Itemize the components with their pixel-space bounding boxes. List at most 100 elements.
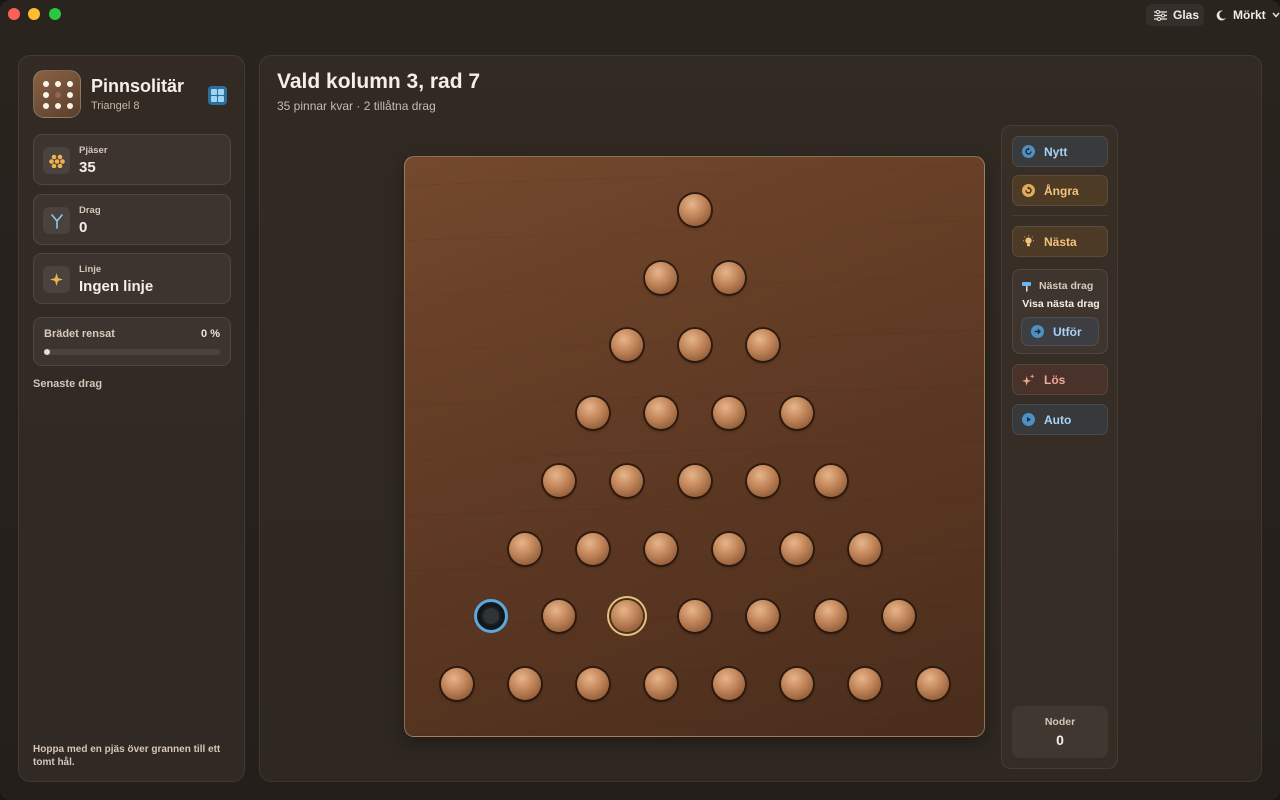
rules-hint: Hoppa med en pjäs över grannen till ett … xyxy=(33,744,221,768)
execute-button[interactable]: Utför xyxy=(1021,317,1099,346)
next-move-panel: Nästa drag Visa nästa drag Utför xyxy=(1012,269,1108,354)
peg[interactable] xyxy=(577,397,609,430)
nodes-label: Noder xyxy=(1044,716,1076,728)
peg[interactable] xyxy=(713,532,745,565)
zoom-window-button[interactable] xyxy=(49,8,61,20)
peg[interactable] xyxy=(679,329,711,362)
peg[interactable] xyxy=(815,600,847,633)
auto-label: Auto xyxy=(1044,412,1072,427)
stat-label: Drag xyxy=(79,205,101,216)
main-panel: Vald kolumn 3, rad 7 35 pinnar kvar · 2 … xyxy=(259,55,1262,782)
stat-value: 0 xyxy=(79,219,88,236)
title-bar: Glas Mörkt xyxy=(0,0,1280,30)
peg[interactable] xyxy=(917,667,949,700)
selected-peg[interactable] xyxy=(611,600,643,633)
stat-moves: Drag 0 xyxy=(33,194,231,245)
peg[interactable] xyxy=(645,667,677,700)
divider xyxy=(1012,215,1108,216)
execute-label: Utför xyxy=(1053,324,1082,339)
peg[interactable] xyxy=(509,532,541,565)
stat-line: Linje Ingen linje xyxy=(33,253,231,304)
peg[interactable] xyxy=(849,532,881,565)
page-title: Vald kolumn 3, rad 7 xyxy=(277,70,481,93)
peg[interactable] xyxy=(747,600,779,633)
peg[interactable] xyxy=(747,464,779,497)
peg[interactable] xyxy=(713,397,745,430)
appearance-label: Mörkt xyxy=(1233,8,1266,22)
app-icon xyxy=(33,70,81,118)
peg[interactable] xyxy=(713,261,745,294)
peg[interactable] xyxy=(611,329,643,362)
page-subtitle: 35 pinnar kvar · 2 tillåtna drag xyxy=(277,99,436,113)
pegs-icon xyxy=(43,147,70,174)
material-button[interactable]: Glas xyxy=(1146,4,1204,26)
grid-layout-button[interactable] xyxy=(208,86,227,105)
progress-track xyxy=(44,349,221,355)
peg[interactable] xyxy=(883,600,915,633)
undo-icon xyxy=(1022,184,1035,197)
control-panel: Nytt Ångra Nästa Nästa drag Visa nästa d… xyxy=(1001,125,1118,769)
sliders-icon xyxy=(1154,9,1167,21)
peg[interactable] xyxy=(679,194,711,226)
sidebar: Pinnsolitär Triangel 8 Pjäser 35 Drag 0 … xyxy=(18,55,245,782)
peg[interactable] xyxy=(815,464,847,497)
peg[interactable] xyxy=(611,464,643,497)
board-cleared-progress: Brädet rensat 0 % xyxy=(33,317,231,366)
peg[interactable] xyxy=(645,532,677,565)
next-move-title: Nästa drag xyxy=(1021,280,1093,292)
material-label: Glas xyxy=(1173,8,1200,22)
new-game-button[interactable]: Nytt xyxy=(1012,136,1108,167)
next-move-value: Visa nästa drag xyxy=(1022,298,1100,310)
close-window-button[interactable] xyxy=(8,8,20,20)
arrow-right-circle-icon xyxy=(1031,325,1044,338)
peg[interactable] xyxy=(713,667,745,700)
branch-icon xyxy=(43,207,70,234)
stat-value: Ingen linje xyxy=(79,278,154,295)
appearance-menu[interactable]: Mörkt xyxy=(1208,4,1280,26)
peg[interactable] xyxy=(747,329,779,362)
app-header: Pinnsolitär Triangel 8 xyxy=(33,70,233,120)
peg[interactable] xyxy=(679,464,711,497)
undo-label: Ångra xyxy=(1044,183,1079,198)
stat-label: Pjäser xyxy=(79,145,108,156)
app-title: Pinnsolitär xyxy=(91,76,185,96)
peg[interactable] xyxy=(509,667,541,700)
progress-percent: 0 % xyxy=(201,328,220,340)
peg[interactable] xyxy=(781,397,813,430)
peg[interactable] xyxy=(679,600,711,633)
chevron-down-icon xyxy=(1272,12,1280,18)
board-variant: Triangel 8 xyxy=(91,100,140,112)
lightbulb-icon xyxy=(1022,235,1035,248)
peg[interactable] xyxy=(645,261,677,294)
peg[interactable] xyxy=(645,397,677,430)
new-label: Nytt xyxy=(1044,144,1068,159)
peg[interactable] xyxy=(781,532,813,565)
minimize-window-button[interactable] xyxy=(28,8,40,20)
solve-button[interactable]: Lös xyxy=(1012,364,1108,395)
peg[interactable] xyxy=(781,667,813,700)
undo-button[interactable]: Ångra xyxy=(1012,175,1108,206)
stat-pegs: Pjäser 35 xyxy=(33,134,231,185)
game-board[interactable] xyxy=(404,156,985,737)
peg[interactable] xyxy=(543,600,575,633)
peg[interactable] xyxy=(849,667,881,700)
auto-play-button[interactable]: Auto xyxy=(1012,404,1108,435)
peg[interactable] xyxy=(441,667,473,700)
peg[interactable] xyxy=(543,464,575,497)
peg[interactable] xyxy=(577,532,609,565)
hint-label: Nästa xyxy=(1044,234,1077,249)
progress-fill xyxy=(44,349,50,355)
sparkle-icon xyxy=(43,266,70,293)
stat-label: Linje xyxy=(79,264,102,275)
signpost-icon xyxy=(1022,282,1031,292)
recent-moves-heading: Senaste drag xyxy=(33,378,103,390)
play-icon xyxy=(1022,413,1035,426)
nodes-counter: Noder 0 xyxy=(1012,706,1108,758)
solve-label: Lös xyxy=(1044,372,1066,387)
hint-button[interactable]: Nästa xyxy=(1012,226,1108,257)
nodes-value: 0 xyxy=(1056,732,1064,748)
peg[interactable] xyxy=(577,667,609,700)
progress-label: Brädet rensat xyxy=(44,328,115,340)
empty-hole[interactable] xyxy=(474,599,508,634)
refresh-icon xyxy=(1022,145,1035,158)
